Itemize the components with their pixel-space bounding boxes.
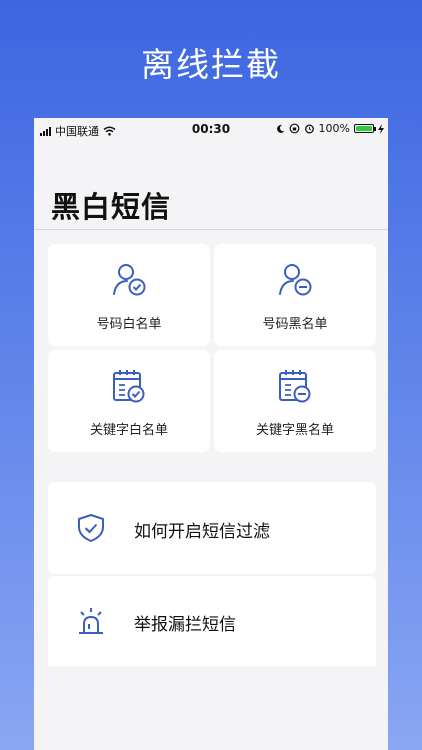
how-to-enable-filter-row[interactable]: 如何开启短信过滤 [48, 482, 376, 574]
user-minus-icon [279, 264, 312, 296]
report-missed-sms-row[interactable]: 举报漏拦短信 [48, 576, 376, 666]
charging-icon [378, 123, 384, 134]
card-label: 号码白名单 [96, 317, 162, 332]
moon-icon [276, 124, 285, 133]
card-label: 号码黑名单 [262, 317, 328, 332]
card-label: 关键字黑名单 [255, 423, 334, 438]
alarm-icon [304, 124, 314, 134]
calendar-check-icon [113, 370, 145, 403]
user-check-icon [113, 264, 146, 296]
row-label: 如何开启短信过滤 [134, 522, 270, 542]
battery-percent: 100% [318, 122, 350, 135]
number-blacklist-card[interactable]: 号码黑名单 [214, 244, 376, 346]
status-right: 100% [276, 122, 384, 135]
calendar-minus-icon [279, 370, 311, 403]
phone-screen: 中国联通 00:30 100% 黑白短信 号码白名单 号码黑名单 关键字白名单 … [34, 118, 388, 750]
status-bar: 中国联通 00:30 100% [34, 118, 388, 140]
promo-headline: 离线拦截 [141, 45, 281, 84]
row-label: 举报漏拦短信 [134, 615, 236, 635]
title-divider [34, 229, 388, 230]
orientation-lock-icon [289, 123, 299, 134]
battery-icon [354, 124, 376, 133]
alarm-siren-icon [79, 608, 103, 634]
number-whitelist-card[interactable]: 号码白名单 [48, 244, 210, 346]
shield-check-icon [78, 514, 104, 542]
keyword-blacklist-card[interactable]: 关键字黑名单 [214, 350, 376, 452]
page-title: 黑白短信 [51, 190, 172, 224]
keyword-whitelist-card[interactable]: 关键字白名单 [48, 350, 210, 452]
card-label: 关键字白名单 [89, 423, 168, 438]
